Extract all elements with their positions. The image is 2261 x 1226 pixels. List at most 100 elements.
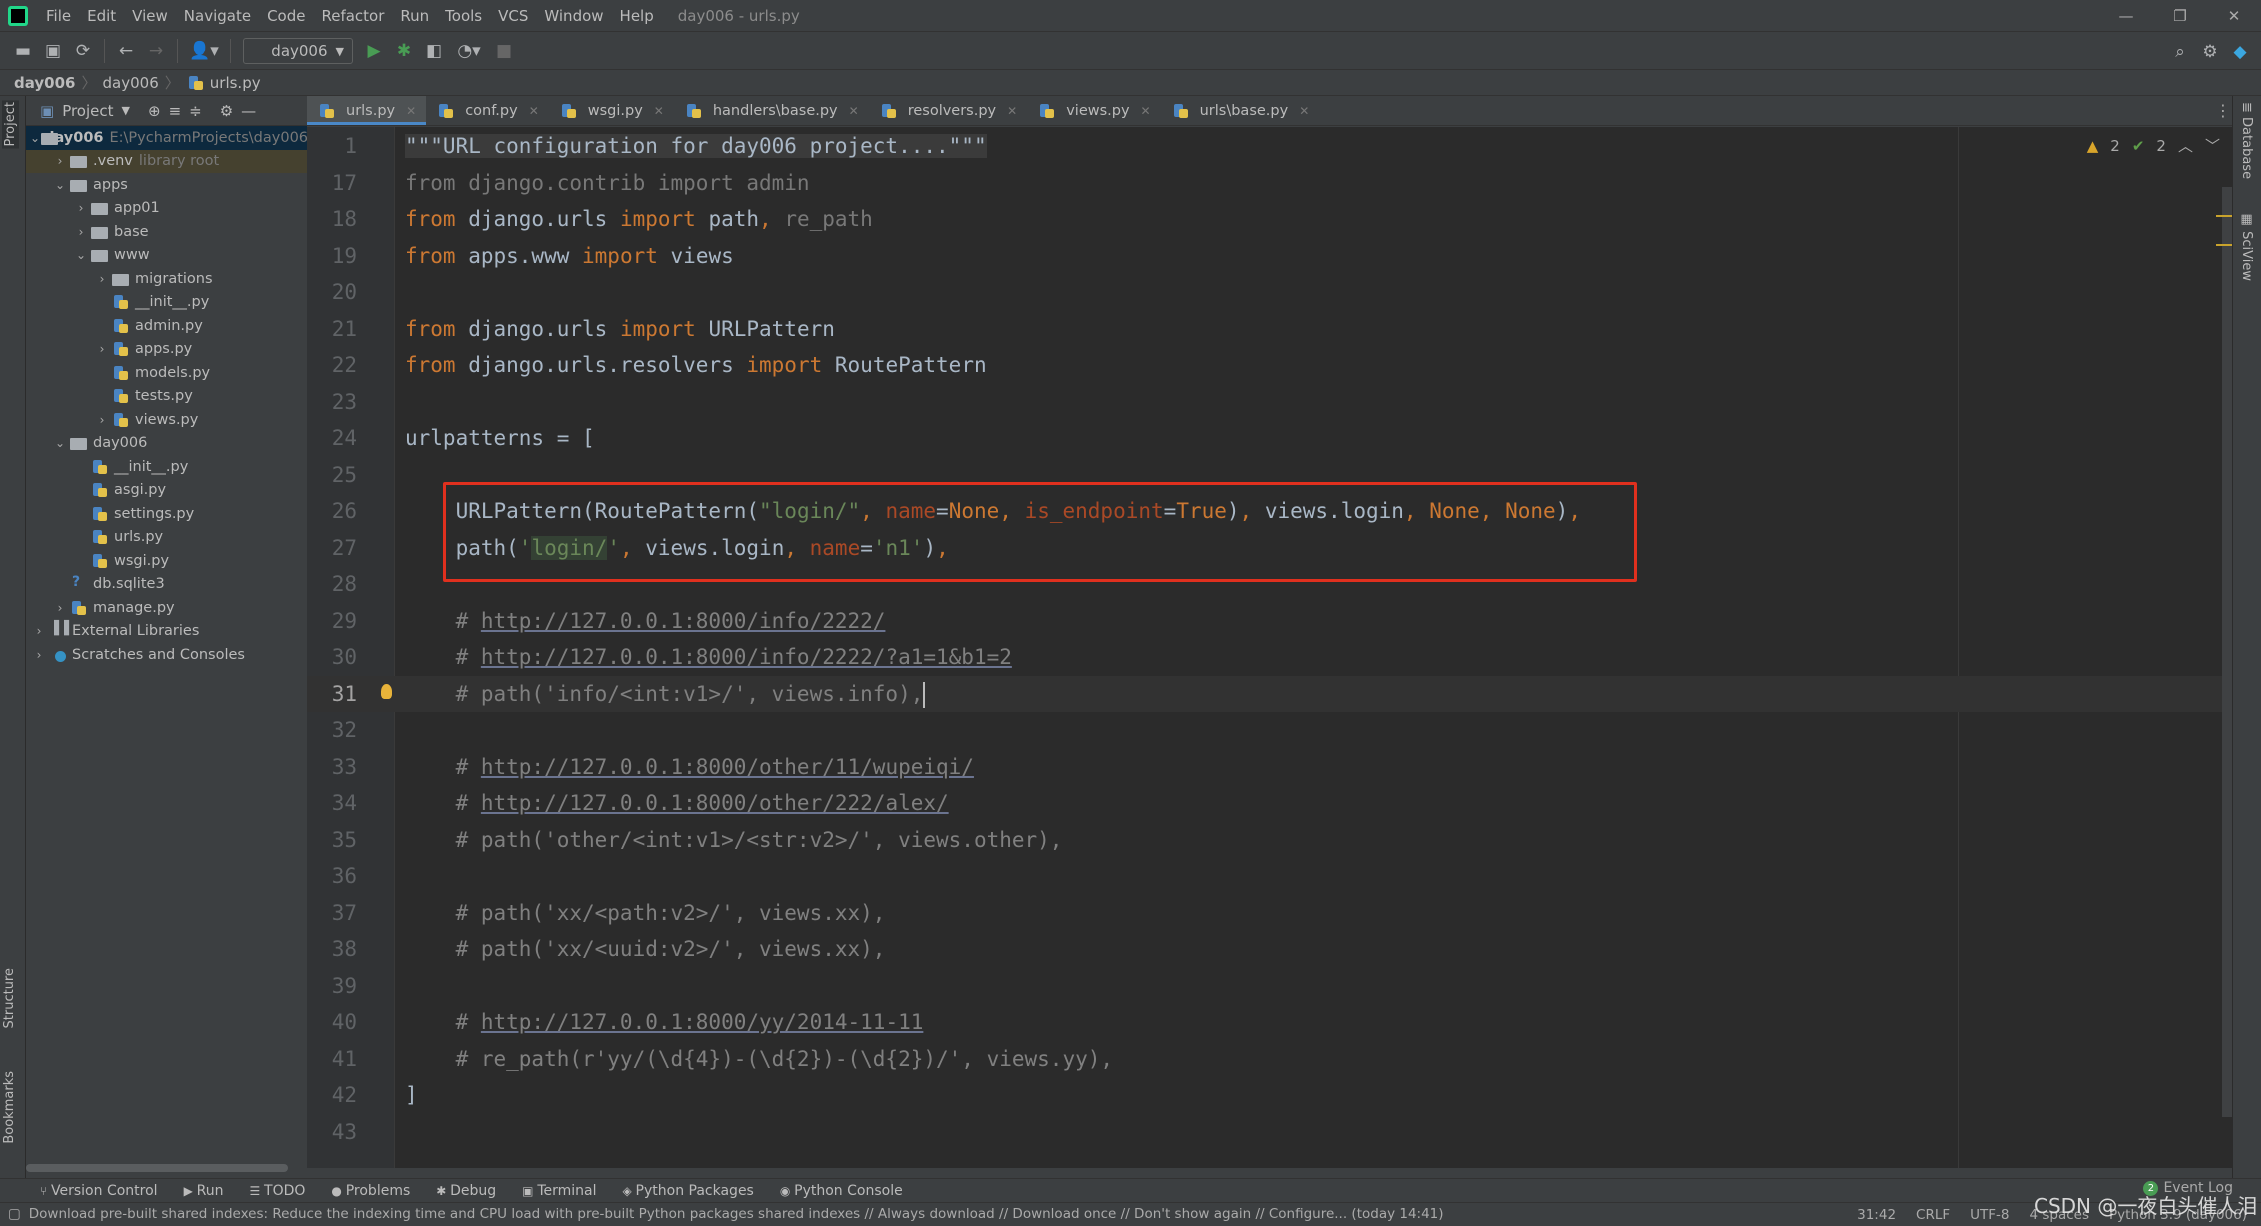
- chevron-right-icon[interactable]: ›: [93, 272, 111, 286]
- tool-problems[interactable]: ● Problems: [331, 1183, 410, 1199]
- menu-help[interactable]: Help: [612, 7, 662, 25]
- tree-item[interactable]: ⌄ apps: [26, 173, 307, 197]
- tab-urls-py[interactable]: urls.py ✕: [307, 96, 427, 125]
- restore-button[interactable]: ❐: [2153, 0, 2207, 32]
- tree-item[interactable]: › manage.py: [26, 596, 307, 620]
- collapse-all-icon[interactable]: ≑: [189, 102, 202, 120]
- tree-horizontal-scrollbar[interactable]: [26, 1164, 288, 1172]
- menu-tools[interactable]: Tools: [437, 7, 490, 25]
- user-icon[interactable]: 👤▾: [184, 41, 224, 61]
- tree-item[interactable]: › views.py: [26, 408, 307, 432]
- tool-todo[interactable]: ☰ TODO: [249, 1183, 305, 1199]
- chevron-down-icon[interactable]: ▼: [122, 104, 130, 117]
- tree-item[interactable]: ⌄ day006 E:\PycharmProjects\day006: [26, 126, 307, 150]
- breadcrumb-project[interactable]: day006: [14, 74, 76, 92]
- warning-stripe-mark[interactable]: [2216, 215, 2232, 217]
- chevron-right-icon[interactable]: ›: [51, 154, 69, 168]
- close-tab-icon[interactable]: ✕: [1299, 104, 1309, 118]
- menu-vcs[interactable]: VCS: [490, 7, 536, 25]
- chevron-right-icon[interactable]: ›: [51, 601, 69, 615]
- run-config-select[interactable]: day006 ▼: [243, 38, 353, 64]
- caret-position[interactable]: 31:42: [1857, 1207, 1896, 1223]
- chevron-right-icon[interactable]: ›: [72, 201, 90, 215]
- sciview-tool-button[interactable]: ▦ SciView: [2239, 212, 2254, 281]
- line-separator[interactable]: CRLF: [1916, 1207, 1950, 1223]
- tree-item[interactable]: › base: [26, 220, 307, 244]
- lightbulb-icon[interactable]: [381, 683, 392, 699]
- tab-handlers-base-py[interactable]: handlers\base.py ✕: [673, 96, 869, 125]
- tree-item[interactable]: asgi.py: [26, 479, 307, 503]
- gear-icon[interactable]: ⚙: [2195, 42, 2225, 62]
- chevron-down-icon[interactable]: ⌄: [51, 436, 69, 450]
- tree-item[interactable]: › Scratches and Consoles: [26, 643, 307, 667]
- next-highlight-icon[interactable]: ﹀: [2205, 135, 2220, 156]
- code-link[interactable]: http://127.0.0.1:8000/info/2222/: [481, 609, 886, 633]
- tree-item[interactable]: › .venv library root: [26, 149, 307, 173]
- tool-version-control[interactable]: ⑂ Version Control: [40, 1183, 158, 1199]
- forward-icon[interactable]: →: [141, 41, 171, 61]
- expand-all-icon[interactable]: ≡: [169, 102, 182, 120]
- project-view-select[interactable]: Project: [62, 102, 113, 120]
- run-icon[interactable]: ▶: [359, 41, 389, 61]
- editor-vertical-scrollbar[interactable]: [2216, 187, 2232, 1117]
- tool-debug[interactable]: ✱ Debug: [436, 1183, 496, 1199]
- menu-code[interactable]: Code: [259, 7, 313, 25]
- sync-icon[interactable]: ⟳: [68, 41, 98, 61]
- tree-item[interactable]: models.py: [26, 361, 307, 385]
- code-link[interactable]: http://127.0.0.1:8000/other/11/wupeiqi/: [481, 755, 974, 779]
- menu-navigate[interactable]: Navigate: [176, 7, 259, 25]
- menu-file[interactable]: File: [38, 7, 79, 25]
- chevron-right-icon[interactable]: ›: [30, 624, 48, 638]
- stop-icon[interactable]: ■: [489, 41, 519, 61]
- tree-item[interactable]: __init__.py: [26, 291, 307, 315]
- tree-item[interactable]: › app01: [26, 197, 307, 221]
- tree-item[interactable]: ⌄ www: [26, 244, 307, 268]
- close-button[interactable]: ✕: [2207, 0, 2261, 32]
- status-message[interactable]: Download pre-built shared indexes: Reduc…: [29, 1206, 1444, 1222]
- tab-wsgi-py[interactable]: wsgi.py ✕: [548, 96, 674, 125]
- chevron-right-icon[interactable]: ›: [30, 648, 48, 662]
- hide-icon[interactable]: —: [241, 102, 256, 120]
- open-folder-icon[interactable]: ▬: [8, 41, 38, 61]
- menu-refactor[interactable]: Refactor: [313, 7, 392, 25]
- close-tab-icon[interactable]: ✕: [1007, 104, 1017, 118]
- code-link[interactable]: http://127.0.0.1:8000/other/222/alex/: [481, 791, 949, 815]
- previous-highlight-icon[interactable]: ︿: [2178, 135, 2193, 156]
- coverage-icon[interactable]: ◧: [419, 41, 449, 61]
- chevron-right-icon[interactable]: ›: [72, 225, 90, 239]
- chevron-down-icon[interactable]: ⌄: [72, 248, 90, 262]
- tree-item[interactable]: › apps.py: [26, 338, 307, 362]
- menu-edit[interactable]: Edit: [79, 7, 124, 25]
- menu-view[interactable]: View: [124, 7, 176, 25]
- project-tool-button[interactable]: Project: [2, 100, 19, 149]
- database-tool-button[interactable]: ≣ Database: [2239, 102, 2254, 179]
- chevron-down-icon[interactable]: ⌄: [51, 178, 69, 192]
- menu-window[interactable]: Window: [536, 7, 611, 25]
- close-tab-icon[interactable]: ✕: [529, 104, 539, 118]
- tab-views-py[interactable]: views.py ✕: [1027, 96, 1161, 125]
- tab-urls-base-py[interactable]: urls\base.py ✕: [1160, 96, 1320, 125]
- close-tab-icon[interactable]: ✕: [849, 104, 859, 118]
- code-link[interactable]: http://127.0.0.1:8000/yy/2014-11-11: [481, 1010, 924, 1034]
- close-tab-icon[interactable]: ✕: [654, 104, 664, 118]
- tool-python-console[interactable]: ◉ Python Console: [780, 1183, 903, 1199]
- code-editor[interactable]: 1 """URL configuration for day006 project…: [307, 127, 2232, 1168]
- tree-item[interactable]: __init__.py: [26, 455, 307, 479]
- save-icon[interactable]: ▣: [38, 41, 68, 61]
- more-tabs-icon[interactable]: ⋮: [2215, 96, 2231, 126]
- close-tab-icon[interactable]: ✕: [406, 104, 416, 118]
- tree-item[interactable]: db.sqlite3: [26, 573, 307, 597]
- tree-item[interactable]: › External Libraries: [26, 620, 307, 644]
- tree-item[interactable]: settings.py: [26, 502, 307, 526]
- tool-run[interactable]: ▶ Run: [184, 1183, 224, 1199]
- minimize-button[interactable]: —: [2099, 0, 2153, 32]
- bookmarks-tool-button[interactable]: Bookmarks: [2, 1071, 17, 1144]
- tree-item[interactable]: wsgi.py: [26, 549, 307, 573]
- inspection-widget[interactable]: ▲ 2 ✔ 2 ︿ ﹀: [2087, 135, 2220, 156]
- plugin-shield-icon[interactable]: ◆: [2225, 42, 2255, 62]
- locate-icon[interactable]: ⊕: [148, 102, 161, 120]
- back-icon[interactable]: ←: [111, 41, 141, 61]
- menu-run[interactable]: Run: [392, 7, 437, 25]
- chevron-right-icon[interactable]: ›: [93, 413, 111, 427]
- chevron-down-icon[interactable]: ⌄: [30, 131, 40, 145]
